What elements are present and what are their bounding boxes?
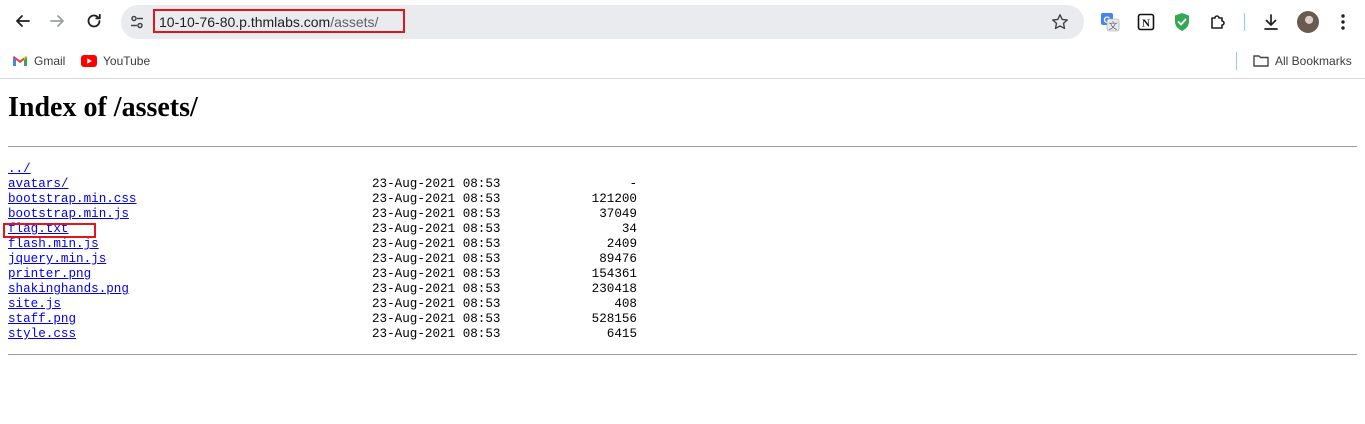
list-item: site.js 23-Aug-2021 08:53 408 [8,297,637,312]
url-host: 10-10-76-80.p.thmlabs.com [159,14,331,30]
bookmark-youtube-label: YouTube [103,54,151,68]
gmail-icon [13,56,27,66]
file-link[interactable]: bootstrap.min.js [8,207,129,222]
avatar[interactable] [1297,11,1319,33]
file-link[interactable]: flag.txt [8,222,68,237]
file-size: 230418 [591,282,637,296]
tune-icon[interactable] [127,12,147,32]
file-link[interactable]: style.css [8,327,76,342]
list-item: style.css 23-Aug-2021 08:53 6415 [8,327,637,342]
file-link[interactable]: bootstrap.min.css [8,192,136,207]
file-size: 6415 [606,327,637,341]
list-item: bootstrap.min.js 23-Aug-2021 08:53 37049 [8,207,637,222]
folder-icon [1253,55,1269,67]
file-date: 23-Aug-2021 08:53 [372,282,501,296]
google-translate-icon[interactable]: G 文 [1098,10,1122,34]
file-listing: ../ avatars/23-Aug-2021 08:53- bootstrap.… [8,162,637,342]
url-text[interactable]: 10-10-76-80.p.thmlabs.com/assets/ [159,14,378,30]
bookmarks-bar: Gmail YouTube All Bookmarks [0,44,1365,79]
file-date: 23-Aug-2021 08:53 [372,177,501,191]
file-date: 23-Aug-2021 08:53 [372,222,501,236]
star-icon[interactable] [1050,12,1070,32]
list-item: flag.txt 23-Aug-2021 08:53 34 [8,222,637,237]
file-size: - [629,177,637,191]
svg-text:文: 文 [1108,20,1117,31]
file-size: 528156 [591,312,637,326]
back-arrow-icon [16,15,30,27]
file-date: 23-Aug-2021 08:53 [372,312,501,326]
file-link[interactable]: avatars/ [8,177,68,192]
url-path: /assets/ [330,14,379,30]
all-bookmarks-label: All Bookmarks [1275,54,1352,68]
list-item: shakinghands.png 23-Aug-2021 08:53 230418 [8,282,637,297]
toolbar-separator [1244,13,1245,31]
list-item: bootstrap.min.css 23-Aug-2021 08:53 121200 [8,192,637,207]
reload-button[interactable] [79,6,109,36]
file-link[interactable]: shakinghands.png [8,282,129,297]
forward-arrow-icon [50,15,64,27]
reload-icon [87,13,101,28]
file-size: 37049 [599,207,637,221]
bottom-divider [8,354,1357,355]
bookmark-gmail[interactable]: Gmail [12,51,65,71]
address-bar[interactable]: 10-10-76-80.p.thmlabs.com/assets/ [121,5,1084,39]
url-highlight-box: 10-10-76-80.p.thmlabs.com/assets/ [153,9,405,33]
shield-check-icon[interactable] [1170,10,1194,34]
file-date: 23-Aug-2021 08:53 [372,237,501,251]
download-icon[interactable] [1259,10,1283,34]
all-bookmarks-button[interactable]: All Bookmarks [1253,51,1352,71]
list-item: avatars/23-Aug-2021 08:53 - [8,177,637,192]
list-item: printer.png 23-Aug-2021 08:53 154361 [8,267,637,282]
browser-toolbar: 10-10-76-80.p.thmlabs.com/assets/ G 文 N [0,0,1365,44]
file-date: 23-Aug-2021 08:53 [372,297,501,311]
top-divider [8,146,1357,147]
file-link[interactable]: flash.min.js [8,237,99,252]
file-link[interactable]: site.js [8,297,61,312]
bookmark-gmail-label: Gmail [34,54,66,68]
bookmarks-separator [1236,52,1237,70]
file-size: 154361 [591,267,637,281]
file-size: 34 [621,222,637,236]
file-date: 23-Aug-2021 08:53 [372,267,501,281]
parent-directory-link[interactable]: ../ [8,162,31,177]
file-link[interactable]: jquery.min.js [8,252,106,267]
file-date: 23-Aug-2021 08:53 [372,252,501,266]
list-item: jquery.min.js 23-Aug-2021 08:53 89476 [8,252,637,267]
file-size: 2409 [606,237,637,251]
puzzle-extensions-icon[interactable] [1206,10,1230,34]
list-item-parent: ../ [8,162,53,177]
youtube-icon [81,55,97,67]
three-dots-menu-icon[interactable] [1334,11,1352,33]
back-button[interactable] [7,6,37,36]
notion-icon[interactable]: N [1134,10,1158,34]
list-item: staff.png 23-Aug-2021 08:53 528156 [8,312,637,327]
bookmark-youtube[interactable]: YouTube [81,51,150,71]
file-size: 121200 [591,192,637,206]
file-link[interactable]: printer.png [8,267,91,282]
file-link[interactable]: staff.png [8,312,76,327]
file-size: 408 [614,297,637,311]
file-date: 23-Aug-2021 08:53 [372,192,501,206]
file-date: 23-Aug-2021 08:53 [372,207,501,221]
svg-text:N: N [1142,18,1150,30]
file-size: 89476 [599,252,637,266]
forward-button[interactable] [43,6,73,36]
page-title: Index of /assets/ [8,92,198,123]
list-item: flash.min.js 23-Aug-2021 08:53 2409 [8,237,637,252]
file-date: 23-Aug-2021 08:53 [372,327,501,341]
